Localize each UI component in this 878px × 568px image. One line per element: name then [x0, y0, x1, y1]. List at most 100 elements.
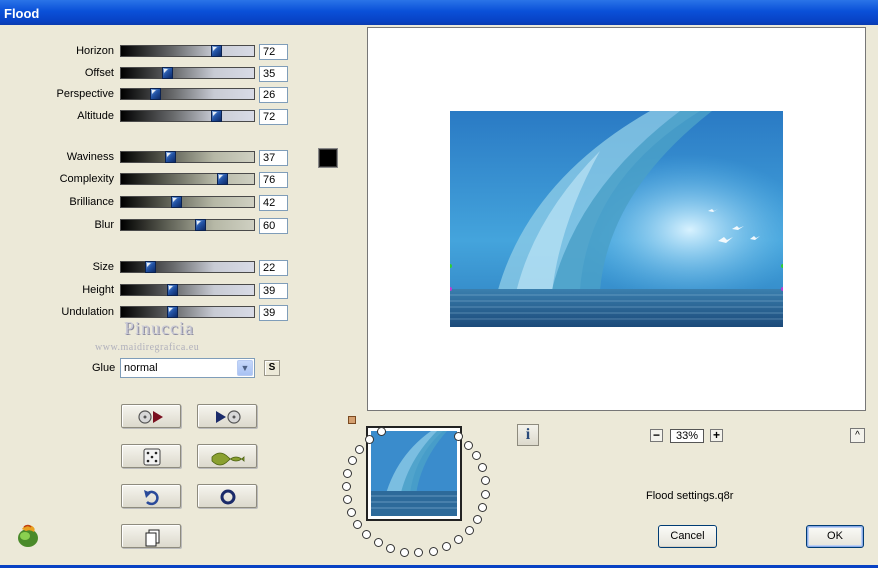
- slider-thumb-offset[interactable]: [162, 67, 173, 79]
- navigator-ring-dot[interactable]: [400, 548, 409, 557]
- slider-label-altitude: Altitude: [77, 110, 114, 122]
- navigator-ring-dot[interactable]: [473, 515, 482, 524]
- slider-track-height[interactable]: [120, 284, 255, 296]
- navigator-ring-dot[interactable]: [465, 526, 474, 535]
- film-play-icon: [216, 410, 241, 424]
- navigator-ring-dot[interactable]: [478, 463, 487, 472]
- copy-button[interactable]: [121, 524, 181, 548]
- slider-label-brilliance: Brilliance: [69, 196, 114, 208]
- slider-thumb-altitude[interactable]: [211, 110, 222, 122]
- slider-label-complexity: Complexity: [59, 173, 114, 185]
- navigator-ring-dot[interactable]: [442, 542, 451, 551]
- navigator-handle[interactable]: [348, 416, 356, 424]
- navigator-ring-dot[interactable]: [454, 535, 463, 544]
- random-dice-button[interactable]: [121, 444, 181, 468]
- navigator-ring-dot[interactable]: [414, 548, 423, 557]
- navigator-ring-dot[interactable]: [464, 441, 473, 450]
- wave-button[interactable]: [197, 444, 257, 468]
- slider-thumb-undulation[interactable]: [167, 306, 178, 318]
- slider-thumb-waviness[interactable]: [165, 151, 176, 163]
- film-reset-button[interactable]: [121, 404, 181, 428]
- slider-thumb-complexity[interactable]: [217, 173, 228, 185]
- slider-thumb-blur[interactable]: [195, 219, 206, 231]
- color-swatch[interactable]: [318, 148, 338, 168]
- slider-track-brilliance[interactable]: [120, 196, 255, 208]
- slider-row-brilliance: Brilliance 42: [0, 195, 300, 211]
- slider-value-waviness[interactable]: 37: [259, 150, 288, 166]
- info-button[interactable]: i: [517, 424, 539, 446]
- slider-thumb-height[interactable]: [167, 284, 178, 296]
- slider-track-horizon[interactable]: [120, 45, 255, 57]
- wave-icon: [211, 452, 245, 466]
- navigator-ring-dot[interactable]: [429, 547, 438, 556]
- slider-track-waviness[interactable]: [120, 151, 255, 163]
- navigator-ring-dot[interactable]: [347, 508, 356, 517]
- navigator-ring-dot[interactable]: [353, 520, 362, 529]
- slider-value-size[interactable]: 22: [259, 260, 288, 276]
- glue-select[interactable]: normal ▼: [120, 358, 255, 378]
- navigator-ring-dot[interactable]: [386, 544, 395, 553]
- random-dice-icon: [143, 448, 161, 466]
- cancel-button[interactable]: Cancel: [658, 525, 717, 548]
- slider-thumb-brilliance[interactable]: [171, 196, 182, 208]
- navigator-ring-dot[interactable]: [362, 530, 371, 539]
- slider-value-blur[interactable]: 60: [259, 218, 288, 234]
- slider-track-blur[interactable]: [120, 219, 255, 231]
- slider-value-altitude[interactable]: 72: [259, 109, 288, 125]
- slider-row-offset: Offset 35: [0, 66, 300, 82]
- window-title: Flood: [4, 6, 40, 21]
- slider-value-undulation[interactable]: 39: [259, 305, 288, 321]
- navigator-ring-dot[interactable]: [481, 490, 490, 499]
- film-play-button[interactable]: [197, 404, 257, 428]
- navigator-ring-dot[interactable]: [481, 476, 490, 485]
- slider-value-complexity[interactable]: 76: [259, 172, 288, 188]
- slider-track-altitude[interactable]: [120, 110, 255, 122]
- zoom-out-button[interactable]: −: [650, 429, 663, 442]
- slider-label-undulation: Undulation: [61, 306, 114, 318]
- navigator-ring-dot[interactable]: [374, 538, 383, 547]
- slider-row-perspective: Perspective 26: [0, 87, 300, 103]
- preview-image: [450, 111, 783, 327]
- navigator-ring-dot[interactable]: [454, 432, 463, 441]
- slider-value-offset[interactable]: 35: [259, 66, 288, 82]
- navigator-ring-dot[interactable]: [343, 469, 352, 478]
- slider-row-horizon: Horizon 72: [0, 44, 300, 60]
- slider-value-brilliance[interactable]: 42: [259, 195, 288, 211]
- navigator-ring-dot[interactable]: [343, 495, 352, 504]
- undo-button[interactable]: [121, 484, 181, 508]
- slider-thumb-size[interactable]: [145, 261, 156, 273]
- zoom-level: 33%: [670, 429, 704, 443]
- circle-button[interactable]: [197, 484, 257, 508]
- slider-track-complexity[interactable]: [120, 173, 255, 185]
- film-reset-icon: [138, 410, 163, 424]
- slider-label-height: Height: [82, 284, 114, 296]
- slider-thumb-horizon[interactable]: [211, 45, 222, 57]
- slider-thumb-perspective[interactable]: [150, 88, 161, 100]
- slider-track-offset[interactable]: [120, 67, 255, 79]
- navigator-ring-dot[interactable]: [478, 503, 487, 512]
- preview-canvas[interactable]: [367, 27, 866, 411]
- slider-value-horizon[interactable]: 72: [259, 44, 288, 60]
- slider-label-waviness: Waviness: [66, 151, 114, 163]
- slider-value-height[interactable]: 39: [259, 283, 288, 299]
- glue-s-button[interactable]: S: [264, 360, 280, 376]
- slider-track-perspective[interactable]: [120, 88, 255, 100]
- navigator-thumbnail[interactable]: [366, 426, 462, 521]
- slider-value-perspective[interactable]: 26: [259, 87, 288, 103]
- navigator-ring-dot[interactable]: [472, 451, 481, 460]
- navigator-ring-dot[interactable]: [342, 482, 351, 491]
- navigator-ring-dot[interactable]: [348, 456, 357, 465]
- zoom-in-button[interactable]: +: [710, 429, 723, 442]
- slider-track-undulation[interactable]: [120, 306, 255, 318]
- collapse-button[interactable]: ^: [850, 428, 865, 443]
- navigator-ring-dot[interactable]: [365, 435, 374, 444]
- title-bar: Flood: [0, 0, 878, 25]
- ok-button[interactable]: OK: [806, 525, 864, 548]
- watermark-url: www.maidiregrafica.eu: [95, 342, 200, 353]
- undo-icon: [144, 490, 159, 506]
- slider-row-size: Size 22: [0, 260, 300, 276]
- navigator-ring-dot[interactable]: [355, 445, 364, 454]
- slider-track-size[interactable]: [120, 261, 255, 273]
- chevron-down-icon[interactable]: ▼: [237, 360, 253, 376]
- navigator-ring-dot[interactable]: [377, 427, 386, 436]
